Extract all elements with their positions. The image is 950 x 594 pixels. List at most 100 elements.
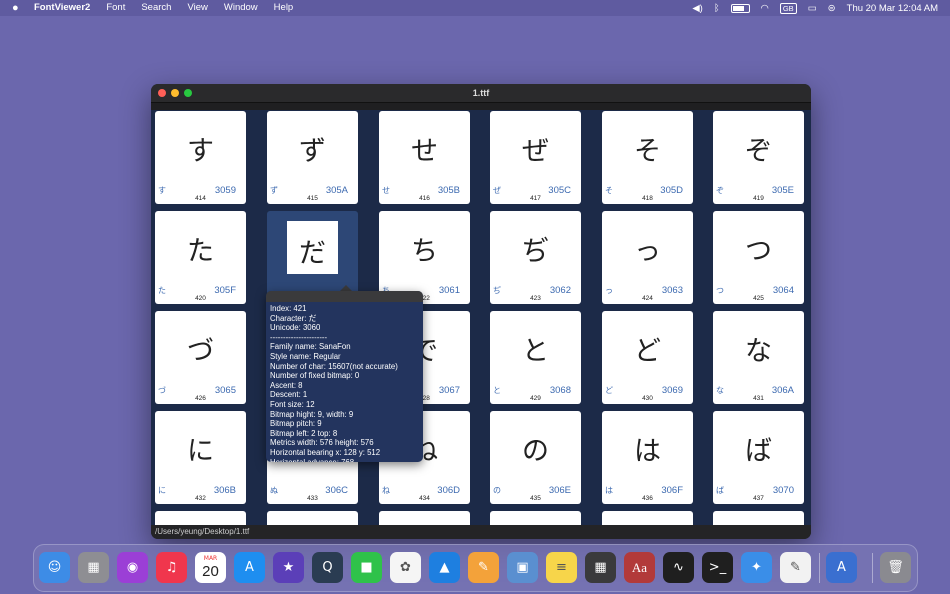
tooltip-body: Index: 421 Character: だ Unicode: 3060 -----… bbox=[266, 302, 423, 462]
display-icon[interactable]: ▭ bbox=[808, 3, 817, 14]
glyph-cell-partial[interactable] bbox=[379, 511, 470, 525]
glyph-index: 423 bbox=[530, 295, 541, 302]
glyph-preview: ぞ bbox=[745, 136, 772, 167]
glyph-index: 432 bbox=[195, 495, 206, 502]
dictionary-icon[interactable]: Aa bbox=[624, 552, 655, 583]
glyph-cell[interactable]: つつ 3064 425 bbox=[713, 211, 804, 304]
tooltip-line: Metrics width: 576 height: 576 bbox=[270, 438, 374, 448]
menu-window[interactable]: Window bbox=[224, 0, 258, 16]
glyph-preview: ず bbox=[299, 136, 326, 167]
volume-icon[interactable]: ◀) bbox=[692, 3, 702, 14]
glyph-preview: に bbox=[187, 436, 214, 467]
glyph-cell[interactable]: そそ 305D 418 bbox=[602, 111, 693, 204]
glyph-cell[interactable]: ぜぜ 305C 417 bbox=[490, 111, 581, 204]
title-bar[interactable]: 1.ttf bbox=[151, 84, 811, 103]
podcasts-icon[interactable]: ◉ bbox=[117, 552, 148, 583]
glyph-index: 419 bbox=[753, 195, 764, 202]
menu-app-name[interactable]: FontViewer2 bbox=[34, 0, 90, 16]
activity-monitor-icon[interactable]: ∿ bbox=[663, 552, 694, 583]
glyph-index: 437 bbox=[753, 495, 764, 502]
control-center-icon[interactable]: ⊜ bbox=[828, 3, 836, 14]
glyph-preview: づ bbox=[187, 336, 214, 367]
imovie-icon[interactable]: ★ bbox=[273, 552, 304, 583]
quicktime-icon[interactable]: Q bbox=[312, 552, 343, 583]
status-path: /Users/yeung/Desktop/1.ttf bbox=[151, 525, 811, 539]
tooltip-header bbox=[266, 291, 423, 302]
glyph-cell-partial[interactable] bbox=[490, 511, 581, 525]
window-title: 1.ttf bbox=[472, 88, 490, 98]
tooltip-line: Ascent: 8 bbox=[270, 380, 303, 390]
glyph-preview: な bbox=[745, 336, 772, 367]
trash-icon[interactable]: 🗑 bbox=[880, 552, 911, 583]
facetime-icon[interactable]: ■ bbox=[351, 552, 382, 583]
tooltip-line: Bitmap pitch: 9 bbox=[270, 419, 322, 429]
calculator-icon[interactable]: ▦ bbox=[585, 552, 616, 583]
bluetooth-icon[interactable]: ᛒ bbox=[714, 3, 720, 14]
glyph-cell[interactable]: っっ 3063 424 bbox=[602, 211, 693, 304]
glyph-cell[interactable]: にに 306B 432 bbox=[155, 411, 246, 504]
glyph-index: 414 bbox=[195, 195, 206, 202]
tooltip-line: Index: 421 bbox=[270, 304, 307, 313]
finder-icon[interactable]: ☺ bbox=[39, 552, 70, 583]
glyph-preview: そ bbox=[634, 136, 661, 167]
glyph-preview: ち bbox=[411, 236, 438, 267]
calendar-month: MAR bbox=[203, 555, 218, 562]
pages-icon[interactable]: ✎ bbox=[468, 552, 499, 583]
glyph-cell[interactable]: たた 305F 420 bbox=[155, 211, 246, 304]
menu-view[interactable]: View bbox=[187, 0, 207, 16]
tooltip-line: ---------------------- bbox=[270, 332, 328, 342]
keyboard-layout-indicator[interactable]: GB bbox=[779, 2, 797, 14]
menu-search[interactable]: Search bbox=[141, 0, 171, 16]
textedit-icon[interactable]: ✎ bbox=[780, 552, 811, 583]
safari-icon[interactable]: ✦ bbox=[741, 552, 772, 583]
notes-icon[interactable]: ≡ bbox=[546, 552, 577, 583]
glyph-cell-partial[interactable] bbox=[155, 511, 246, 525]
tooltip-line: Font size: 12 bbox=[270, 399, 315, 409]
tooltip-line: Number of char: 15607(not accurate) bbox=[270, 361, 398, 371]
glyph-cell[interactable]: ばば 3070 437 bbox=[713, 411, 804, 504]
glyph-cell[interactable]: はは 306F 436 bbox=[602, 411, 693, 504]
menu-font[interactable]: Font bbox=[106, 0, 125, 16]
glyph-cell-partial[interactable] bbox=[602, 511, 693, 525]
glyph-cell[interactable]: ぞぞ 305E 419 bbox=[713, 111, 804, 204]
glyph-index: 435 bbox=[530, 495, 541, 502]
glyph-cell[interactable]: なな 306A 431 bbox=[713, 311, 804, 404]
apple-menu-icon[interactable]: ● bbox=[12, 0, 24, 16]
glyph-cell[interactable]: せせ 305B 416 bbox=[379, 111, 470, 204]
glyph-index: 416 bbox=[419, 195, 430, 202]
wifi-icon[interactable]: ◠ bbox=[761, 3, 769, 14]
glyph-cell-partial[interactable] bbox=[267, 511, 358, 525]
photos-icon[interactable]: ✿ bbox=[390, 552, 421, 583]
glyph-cell[interactable]: どど 3069 430 bbox=[602, 311, 693, 404]
menubar-clock[interactable]: Thu 20 Mar 12:04 AM bbox=[847, 3, 938, 14]
terminal-icon[interactable]: >_ bbox=[702, 552, 733, 583]
music-icon[interactable]: ♫ bbox=[156, 552, 187, 583]
glyph-cell[interactable]: すす 3059 414 bbox=[155, 111, 246, 204]
glyph-preview: ぢ bbox=[522, 236, 549, 267]
glyph-index: 430 bbox=[642, 395, 653, 402]
font-book-icon[interactable]: A bbox=[826, 552, 857, 583]
menu-help[interactable]: Help bbox=[274, 0, 294, 16]
glyph-index: 431 bbox=[753, 395, 764, 402]
glyph-index: 425 bbox=[753, 295, 764, 302]
glyph-preview: せ bbox=[411, 136, 438, 167]
preview-icon[interactable]: ▣ bbox=[507, 552, 538, 583]
glyph-index: 420 bbox=[195, 295, 206, 302]
glyph-cell[interactable]: づづ 3065 426 bbox=[155, 311, 246, 404]
glyph-grid[interactable]: すす 3059 414 ずず 305A 415 せせ 305B 416 ぜぜ 305C 417 そそ 30… bbox=[151, 110, 811, 525]
keynote-icon[interactable]: ▲ bbox=[429, 552, 460, 583]
glyph-cell[interactable]: とと 3068 429 bbox=[490, 311, 581, 404]
app-store-icon[interactable]: A bbox=[234, 552, 265, 583]
glyph-cell[interactable]: ずず 305A 415 bbox=[267, 111, 358, 204]
glyph-cell-partial[interactable] bbox=[713, 511, 804, 525]
glyph-index: 429 bbox=[530, 395, 541, 402]
calendar-icon[interactable]: MAR 20 bbox=[195, 552, 226, 583]
glyph-cell[interactable]: のの 306E 435 bbox=[490, 411, 581, 504]
calendar-day: 20 bbox=[202, 563, 219, 580]
battery-icon[interactable] bbox=[730, 3, 750, 13]
launchpad-icon[interactable]: ▦ bbox=[78, 552, 109, 583]
glyph-cell[interactable]: ぢぢ 3062 423 bbox=[490, 211, 581, 304]
glyph-preview: と bbox=[522, 336, 549, 367]
dock-separator bbox=[872, 553, 873, 583]
tooltip-line: Horizontal bearing x: 128 y: 512 bbox=[270, 447, 381, 457]
